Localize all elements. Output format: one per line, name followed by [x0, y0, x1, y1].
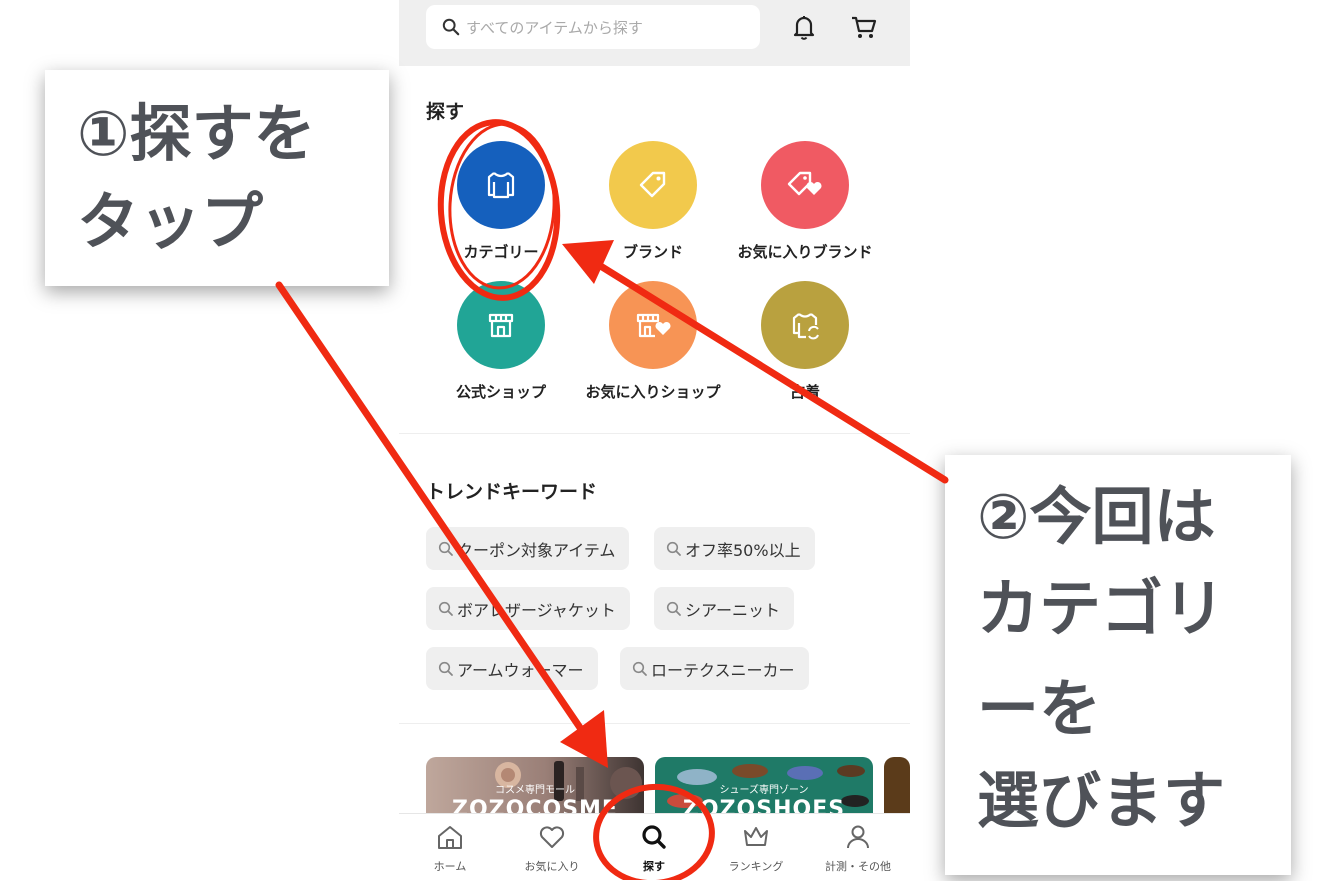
annotation-overlay	[275, 119, 949, 880]
arrow-to-category	[574, 248, 949, 484]
highlight-circle-category	[437, 119, 561, 301]
arrow-to-explore-tab	[275, 281, 606, 764]
highlight-circle-explore-tab	[593, 783, 715, 880]
arrowhead-explore	[560, 710, 608, 768]
arrowhead-category	[562, 240, 614, 284]
highlight-circle-category-inner	[448, 122, 556, 290]
